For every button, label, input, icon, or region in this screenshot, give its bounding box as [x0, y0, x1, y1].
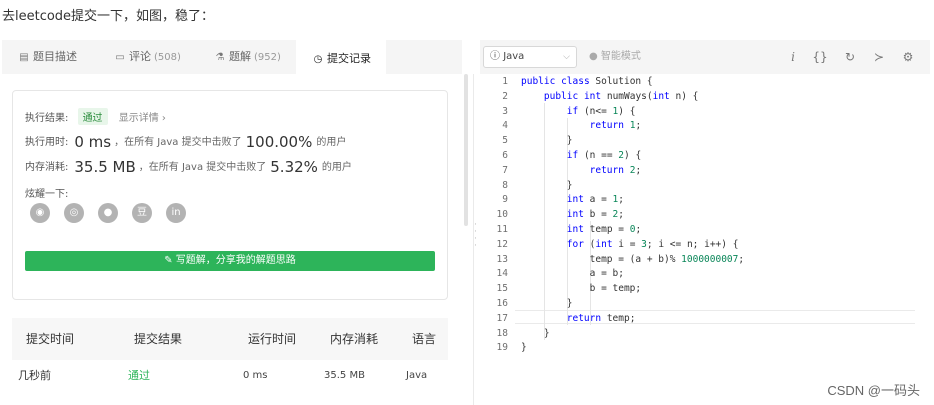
runtime-row: 执行用时: 0 ms ，在所有 Java 提交中击败了 100.00% 的用户 — [25, 133, 347, 151]
cell-runtime: 0 ms — [243, 370, 268, 381]
header-memory: 内存消耗 — [330, 332, 379, 346]
code-line[interactable]: b = temp; — [521, 283, 641, 294]
code-line[interactable]: } — [521, 328, 550, 339]
settings-icon[interactable]: ⚙ — [900, 40, 916, 74]
weibo-icon[interactable]: ◎ — [64, 203, 84, 223]
cell-language: Java — [406, 370, 428, 381]
tab-description[interactable]: ▤ 题目描述 — [18, 40, 80, 74]
editor-toolbar: ⓘ Java ⌵ ● 智能模式 i {} ↻ ≻ ⚙ — [480, 40, 930, 74]
code-line[interactable]: public int numWays(int n) { — [521, 91, 699, 102]
smart-mode-toggle[interactable]: ● 智能模式 — [589, 40, 641, 74]
line-number: 7 — [502, 164, 508, 176]
language-select[interactable]: ⓘ Java ⌵ — [483, 46, 577, 68]
table-header: 提交时间 提交结果 运行时间 内存消耗 语言 — [12, 318, 448, 360]
tab-submissions[interactable]: ◷ 提交记录 — [296, 40, 386, 74]
line-number: 18 — [496, 327, 508, 339]
line-number: 19 — [496, 342, 508, 354]
code-line[interactable]: } — [521, 342, 527, 353]
code-line[interactable]: return 1; — [521, 120, 642, 131]
code-line[interactable]: } — [521, 298, 573, 309]
chevron-down-icon: ⌵ — [563, 52, 570, 62]
reset-icon[interactable]: ↻ — [842, 40, 858, 74]
braces-icon[interactable]: {} — [812, 40, 828, 74]
code-line[interactable]: a = b; — [521, 268, 624, 279]
submissions-table: 提交时间 提交结果 运行时间 内存消耗 语言 几秒前 通过 0 ms 35.5 … — [12, 318, 448, 405]
submission-panel: ▤ 题目描述 ▭ 评论 (508) ⚗ 题解 (952) ◷ 提交记录 执行结果: 通过 显… — [2, 40, 462, 405]
line-number: 3 — [502, 105, 508, 117]
line-number: 1 — [502, 76, 508, 87]
code-editor[interactable]: 1 public class Solution { 2 public int num… — [480, 74, 930, 364]
result-card: 执行结果: 通过 显示详情 › 执行用时: 0 ms ，在所有 Java 提交中击败… — [12, 90, 448, 300]
tab-solutions[interactable]: ⚗ 题解 (952) — [214, 40, 281, 74]
code-line[interactable]: public class Solution { — [521, 76, 653, 87]
show-details-link[interactable]: 显示详情 › — [119, 113, 166, 124]
code-line[interactable]: } — [521, 180, 573, 191]
header-language: 语言 — [412, 332, 437, 346]
cell-result[interactable]: 通过 — [128, 366, 150, 386]
code-line[interactable]: if (n<= 1) { — [521, 106, 636, 117]
info-small-icon: ⓘ — [490, 51, 504, 62]
memory-value: 35.5 MB — [74, 158, 136, 176]
line-number: 9 — [502, 194, 508, 206]
linkedin-icon[interactable]: in — [166, 203, 186, 223]
code-line[interactable]: int a = 1; — [521, 194, 624, 205]
result-row: 执行结果: 通过 显示详情 › — [25, 108, 166, 125]
document-icon: ▤ — [19, 52, 29, 63]
line-number: 2 — [502, 90, 508, 102]
line-number: 11 — [496, 224, 508, 235]
code-line[interactable]: int temp = 0; — [521, 224, 641, 235]
info-icon[interactable]: i — [785, 40, 801, 74]
line-number: 15 — [496, 283, 508, 295]
code-line[interactable]: return temp; — [521, 313, 636, 324]
tab-bar: ▤ 题目描述 ▭ 评论 (508) ⚗ 题解 (952) ◷ 提交记录 — [2, 40, 462, 74]
line-number: 12 — [496, 238, 508, 250]
line-number: 16 — [496, 298, 508, 309]
code-line[interactable]: temp = (a + b)% 1000000007; — [521, 254, 744, 265]
qq-icon[interactable]: ● — [98, 203, 118, 223]
intro-text: 去leetcode提交一下，如图，稳了： — [2, 9, 215, 24]
line-number: 6 — [502, 150, 508, 161]
code-line[interactable]: } — [521, 135, 573, 146]
line-number: 14 — [496, 268, 508, 280]
tab-comments[interactable]: ▭ 评论 (508) — [114, 40, 181, 74]
memory-row: 内存消耗: 35.5 MB ，在所有 Java 提交中击败了 5.32% 的用户 — [25, 158, 352, 176]
line-number: 10 — [496, 209, 508, 221]
header-submit-time: 提交时间 — [26, 332, 75, 346]
left-scrollbar[interactable] — [464, 74, 468, 226]
code-line[interactable]: for (int i = 3; i <= n; i++) { — [521, 239, 739, 250]
flask-icon: ⚗ — [215, 52, 225, 63]
line-number: 4 — [502, 120, 508, 132]
header-runtime: 运行时间 — [248, 332, 297, 346]
memory-percentile: 5.32% — [270, 158, 318, 176]
comment-icon: ▭ — [115, 52, 125, 63]
code-line[interactable]: int b = 2; — [521, 209, 624, 220]
wechat-icon[interactable]: ◉ — [30, 203, 50, 223]
share-label: 炫耀一下: — [25, 189, 69, 200]
line-number: 5 — [502, 135, 508, 147]
code-line[interactable]: return 2; — [521, 165, 642, 176]
write-solution-button[interactable]: ✎ 写题解，分享我的解题思路 — [25, 251, 435, 271]
runtime-percentile: 100.00% — [245, 133, 313, 151]
watermark: CSDN @一码头 — [827, 383, 920, 398]
code-line[interactable]: if (n == 2) { — [521, 150, 641, 161]
cell-memory: 35.5 MB — [324, 370, 365, 381]
header-result: 提交结果 — [134, 332, 183, 346]
runtime-value: 0 ms — [74, 133, 112, 151]
cell-submit-time: 几秒前 — [18, 369, 51, 382]
line-number: 13 — [496, 253, 508, 265]
line-number: 8 — [502, 179, 508, 191]
line-number: 17 — [496, 312, 508, 324]
resize-handle-icon[interactable]: · · · · — [474, 221, 477, 251]
douban-icon[interactable]: 豆 — [132, 203, 152, 223]
status-badge: 通过 — [77, 108, 108, 125]
clock-icon: ◷ — [313, 54, 323, 65]
console-icon[interactable]: ≻ — [871, 40, 887, 74]
